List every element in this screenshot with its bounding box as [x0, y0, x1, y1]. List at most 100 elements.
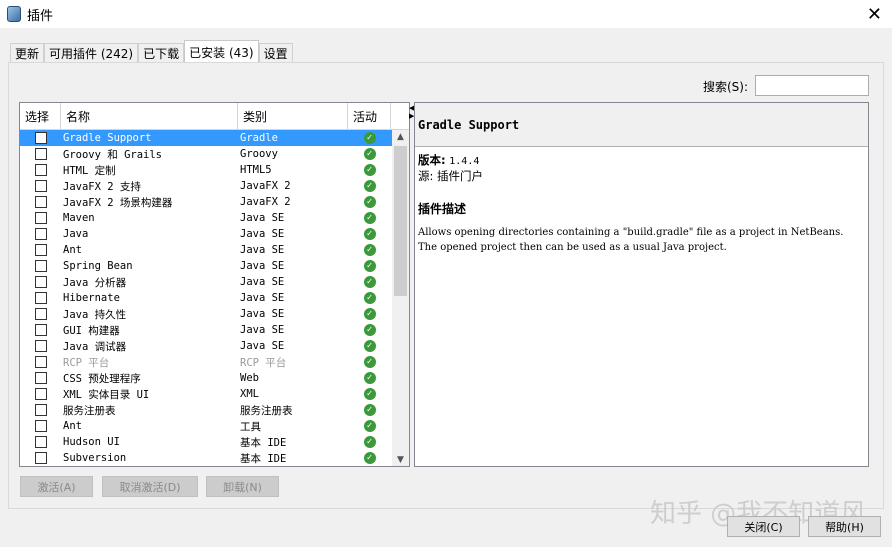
table-row[interactable]: RCP 平台 RCP 平台 ✓: [20, 354, 409, 370]
tab-downloaded[interactable]: 已下载: [138, 43, 185, 63]
plugin-name: Subversion: [63, 452, 127, 464]
select-checkbox[interactable]: [34, 212, 47, 224]
select-checkbox[interactable]: [34, 452, 47, 464]
plugin-category: Groovy: [240, 148, 278, 160]
source-label: 源:: [418, 169, 434, 183]
select-checkbox[interactable]: [34, 436, 47, 448]
plugin-category: Java SE: [240, 324, 285, 336]
plugin-name: Java 分析器: [63, 276, 127, 289]
plugin-name: Java 调试器: [63, 340, 127, 353]
plugin-name: Gradle Support: [63, 132, 152, 144]
table-row[interactable]: 服务注册表 服务注册表 ✓: [20, 402, 409, 418]
scroll-down-icon[interactable]: ▼: [392, 455, 409, 465]
table-row[interactable]: Ant Java SE ✓: [20, 242, 409, 258]
select-checkbox[interactable]: [34, 420, 47, 432]
close-button[interactable]: 关闭(C): [727, 516, 800, 537]
plugin-name: CSS 预处理程序: [63, 372, 141, 385]
plugin-name: Ant: [63, 244, 82, 256]
select-checkbox[interactable]: [34, 308, 47, 320]
activate-button[interactable]: 激活(A): [20, 476, 93, 497]
window-title: 插件: [27, 8, 54, 24]
table-row[interactable]: Gradle Support Gradle ✓: [20, 130, 409, 146]
table-row[interactable]: Java 调试器 Java SE ✓: [20, 338, 409, 354]
plugin-name: XML 实体目录 UI: [63, 388, 150, 401]
help-button[interactable]: 帮助(H): [808, 516, 881, 537]
select-checkbox[interactable]: [34, 228, 47, 240]
active-check-icon: ✓: [363, 180, 376, 192]
select-checkbox[interactable]: [34, 372, 47, 384]
deactivate-button[interactable]: 取消激活(D): [102, 476, 198, 497]
select-checkbox[interactable]: [34, 324, 47, 336]
scrollbar[interactable]: ▲ ▼: [392, 130, 409, 466]
table-row[interactable]: Hudson UI 基本 IDE ✓: [20, 434, 409, 450]
table-row[interactable]: Maven Java SE ✓: [20, 210, 409, 226]
table-row[interactable]: HTML 定制 HTML5 ✓: [20, 162, 409, 178]
select-checkbox[interactable]: [34, 148, 47, 160]
plugin-name: Maven: [63, 212, 95, 224]
table-row[interactable]: JavaFX 2 支持 JavaFX 2 ✓: [20, 178, 409, 194]
table-row[interactable]: Spring Bean Java SE ✓: [20, 258, 409, 274]
table-row[interactable]: Java 持久性 Java SE ✓: [20, 306, 409, 322]
plugin-table: 选择 名称 类别 活动 Gradle Support Gradle ✓ Groo…: [19, 102, 410, 467]
scroll-up-icon[interactable]: ▲: [392, 132, 409, 142]
select-checkbox[interactable]: [34, 292, 47, 304]
plugin-category: Web: [240, 372, 259, 384]
uninstall-button[interactable]: 卸载(N): [206, 476, 279, 497]
table-row[interactable]: CSS 预处理程序 Web ✓: [20, 370, 409, 386]
active-check-icon: ✓: [363, 148, 376, 160]
table-row[interactable]: XML 实体目录 UI XML ✓: [20, 386, 409, 402]
plugin-name: Groovy 和 Grails: [63, 148, 163, 161]
active-check-icon: ✓: [363, 340, 376, 352]
active-check-icon: ✓: [363, 452, 376, 464]
header-category[interactable]: 类别: [238, 103, 348, 129]
select-checkbox[interactable]: [34, 276, 47, 288]
close-window-icon[interactable]: ✕: [867, 4, 882, 25]
table-row[interactable]: Ant 工具 ✓: [20, 418, 409, 434]
tab-bar: 更新 可用插件 (242) 已下载 已安装 (43) 设置: [10, 40, 293, 63]
plugin-category: 工具: [240, 420, 261, 433]
select-checkbox[interactable]: [34, 388, 47, 400]
plugin-category: Java SE: [240, 276, 285, 288]
plugin-category: 基本 IDE: [240, 436, 287, 449]
table-row[interactable]: Java 分析器 Java SE ✓: [20, 274, 409, 290]
scrollbar-thumb[interactable]: [394, 146, 407, 296]
tab-available[interactable]: 可用插件 (242): [44, 43, 139, 63]
active-check-icon: ✓: [363, 276, 376, 288]
active-check-icon: ✓: [363, 436, 376, 448]
select-checkbox[interactable]: [34, 340, 47, 352]
description-heading: 插件描述: [418, 202, 467, 216]
header-name[interactable]: 名称: [61, 103, 238, 129]
table-row[interactable]: Hibernate Java SE ✓: [20, 290, 409, 306]
header-active[interactable]: 活动: [348, 103, 391, 129]
plugin-name: Hibernate: [63, 292, 120, 304]
select-checkbox[interactable]: [34, 180, 47, 192]
table-row[interactable]: GUI 构建器 Java SE ✓: [20, 322, 409, 338]
plugin-category: JavaFX 2: [240, 196, 291, 208]
select-checkbox[interactable]: [34, 196, 47, 208]
version-label: 版本:: [418, 153, 446, 167]
tab-settings[interactable]: 设置: [258, 43, 293, 63]
plugin-name: JavaFX 2 场景构建器: [63, 196, 173, 209]
active-check-icon: ✓: [363, 356, 376, 368]
detail-title: Gradle Support: [415, 103, 868, 147]
select-checkbox[interactable]: [34, 164, 47, 176]
select-checkbox[interactable]: [34, 356, 47, 368]
select-checkbox[interactable]: [34, 132, 47, 144]
tab-installed[interactable]: 已安装 (43): [184, 40, 259, 63]
table-row[interactable]: Groovy 和 Grails Groovy ✓: [20, 146, 409, 162]
header-select[interactable]: 选择: [20, 103, 61, 129]
active-check-icon: ✓: [363, 292, 376, 304]
search-label: 搜索(S):: [703, 80, 749, 94]
select-checkbox[interactable]: [34, 404, 47, 416]
search-input[interactable]: [755, 75, 869, 96]
plugin-name: HTML 定制: [63, 164, 116, 177]
plugin-category: Java SE: [240, 292, 285, 304]
tab-updates[interactable]: 更新: [10, 43, 45, 63]
table-row[interactable]: JavaFX 2 场景构建器 JavaFX 2 ✓: [20, 194, 409, 210]
table-row[interactable]: Java Java SE ✓: [20, 226, 409, 242]
title-bar: 插件 ✕: [0, 0, 892, 28]
select-checkbox[interactable]: [34, 260, 47, 272]
table-row[interactable]: Subversion 基本 IDE ✓: [20, 450, 409, 466]
table-header: 选择 名称 类别 活动: [20, 103, 409, 130]
select-checkbox[interactable]: [34, 244, 47, 256]
